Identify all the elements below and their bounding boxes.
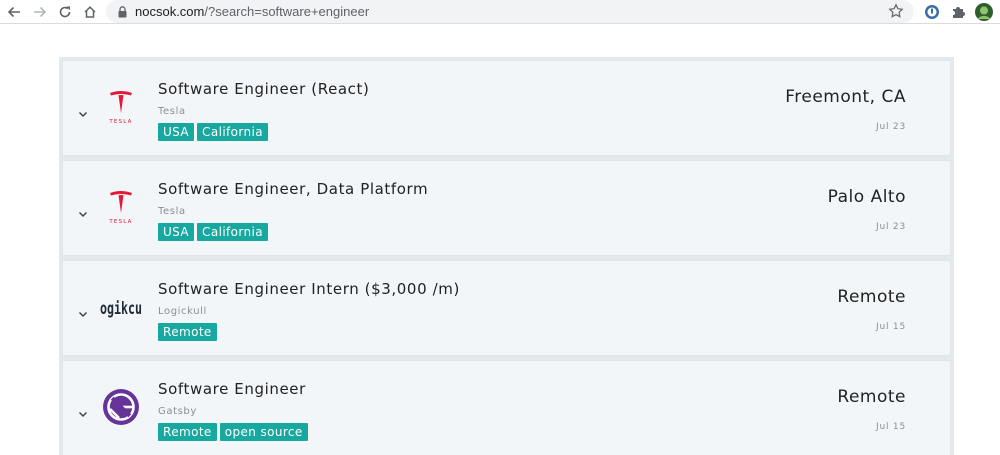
job-location: Palo Alto	[827, 187, 906, 207]
extension-icon[interactable]	[922, 2, 942, 22]
logickull-logo: ogikcu	[99, 285, 143, 329]
tag-badge[interactable]: Remote	[158, 423, 217, 441]
tag-badge[interactable]: California	[197, 123, 269, 141]
company-name: Tesla	[158, 106, 186, 117]
tag-badge[interactable]: open source	[219, 423, 308, 441]
job-date: Jul 15	[876, 422, 906, 432]
company-name: Gatsby	[158, 406, 197, 417]
job-title[interactable]: Software Engineer (React)	[158, 80, 369, 98]
gatsby-logo	[99, 385, 143, 429]
job-card[interactable]: TESLA Software Engineer (React) Tesla US…	[62, 60, 951, 156]
job-location: Remote	[837, 287, 906, 307]
chevron-down-icon[interactable]	[78, 105, 88, 123]
tag-badge[interactable]: Remote	[158, 323, 217, 341]
job-card[interactable]: TESLA Software Engineer, Data Platform T…	[62, 160, 951, 256]
home-icon[interactable]	[80, 2, 100, 22]
company-name: Tesla	[158, 206, 186, 217]
job-location: Freemont, CA	[785, 87, 906, 107]
chevron-down-icon[interactable]	[78, 205, 88, 223]
job-card[interactable]: Software Engineer Gatsby Remote open sou…	[62, 360, 951, 455]
tag-badge[interactable]: USA	[158, 123, 195, 141]
company-name: Logickull	[158, 306, 207, 317]
svg-text:ogikcu: ogikcu	[100, 299, 142, 319]
tag-list: USA California	[158, 123, 269, 141]
star-icon[interactable]	[888, 3, 904, 24]
lock-icon[interactable]	[118, 5, 127, 23]
job-date: Jul 23	[876, 122, 906, 132]
job-location: Remote	[837, 387, 906, 407]
job-list: TESLA Software Engineer (React) Tesla US…	[59, 57, 954, 455]
job-title[interactable]: Software Engineer, Data Platform	[158, 180, 428, 198]
svg-text:TESLA: TESLA	[108, 219, 132, 225]
tag-badge[interactable]: USA	[158, 223, 195, 241]
job-card[interactable]: ogikcu Software Engineer Intern ($3,000 …	[62, 260, 951, 356]
svg-text:TESLA: TESLA	[108, 119, 132, 125]
chevron-down-icon[interactable]	[78, 405, 88, 423]
tag-list: Remote	[158, 323, 217, 341]
tag-list: Remote open source	[158, 423, 308, 441]
tag-list: USA California	[158, 223, 269, 241]
forward-icon[interactable]	[30, 2, 50, 22]
reload-icon[interactable]	[55, 2, 75, 22]
puzzle-icon[interactable]	[948, 2, 968, 22]
tag-badge[interactable]: California	[197, 223, 269, 241]
job-date: Jul 15	[876, 322, 906, 332]
avatar[interactable]	[974, 2, 994, 22]
chevron-down-icon[interactable]	[78, 305, 88, 323]
back-icon[interactable]	[4, 2, 24, 22]
tesla-logo: TESLA	[99, 185, 143, 229]
job-title[interactable]: Software Engineer	[158, 380, 306, 398]
url-path: /?search=software+engineer	[204, 4, 370, 19]
url-text: nocsok.com/?search=software+engineer	[135, 4, 369, 19]
url-host: nocsok.com	[135, 4, 205, 19]
tesla-logo: TESLA	[99, 85, 143, 129]
job-title[interactable]: Software Engineer Intern ($3,000 /m)	[158, 280, 460, 298]
job-date: Jul 23	[876, 222, 906, 232]
address-bar[interactable]: nocsok.com/?search=software+engineer	[106, 0, 914, 23]
browser-toolbar: nocsok.com/?search=software+engineer	[0, 0, 1000, 24]
